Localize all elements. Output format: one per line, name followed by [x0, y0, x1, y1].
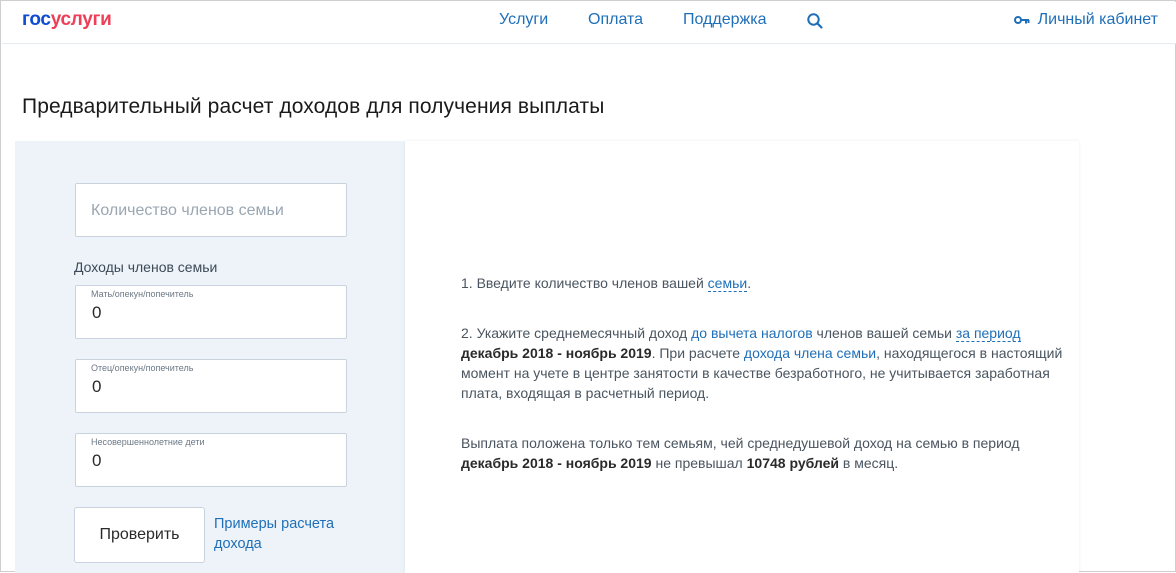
calculator-form-panel: Количество членов семьи Доходы членов се… [15, 141, 405, 573]
instruction-step-2: 2. Укажите среднемесячный доход до вычет… [461, 323, 1071, 403]
top-header: госуслуги Услуги Оплата Поддержка Личный… [2, 2, 1176, 44]
nav-support[interactable]: Поддержка [683, 11, 766, 29]
step2-text-b: членов вашей семьи [812, 325, 956, 341]
eligibility-note: Выплата положена только тем семьям, чей … [461, 433, 1071, 473]
mother-income-label: Мать/опекун/попечитель [91, 289, 194, 299]
father-income-field[interactable]: Отец/опекун/попечитель 0 [75, 359, 347, 413]
member-income-link[interactable]: дохода члена семьи [744, 345, 876, 361]
children-income-label: Несовершеннолетние дети [91, 437, 205, 447]
step2-text-a: 2. Укажите среднемесячный доход [461, 325, 692, 341]
check-button[interactable]: Проверить [74, 507, 205, 563]
family-link[interactable]: семьи [707, 275, 748, 292]
instructions-panel: 1. Введите количество членов вашей семьи… [405, 141, 1079, 573]
step2-period: декабрь 2018 - ноябрь 2019 [461, 345, 652, 361]
mother-income-value: 0 [92, 303, 102, 322]
family-incomes-label: Доходы членов семьи [74, 259, 218, 275]
children-income-value: 0 [92, 451, 102, 470]
note-text-c: в месяц. [839, 455, 899, 471]
instruction-step-1: 1. Введите количество членов вашей семьи… [461, 273, 1071, 293]
key-icon [1013, 16, 1030, 24]
page-frame: госуслуги Услуги Оплата Поддержка Личный… [0, 0, 1176, 573]
period-link[interactable]: за период [955, 325, 1021, 342]
cabinet-label: Личный кабинет [1037, 11, 1158, 28]
step2-text-c: . При расчете [651, 345, 744, 361]
logo-part-uslugi: услуги [50, 9, 112, 30]
family-count-placeholder: Количество членов семьи [91, 202, 284, 219]
note-period: декабрь 2018 - ноябрь 2019 [461, 455, 652, 471]
step1-text: 1. Введите количество членов вашей [461, 275, 708, 291]
logo-part-gos: гос [22, 9, 51, 30]
children-income-field[interactable]: Несовершеннолетние дети 0 [75, 433, 347, 487]
note-amount: 10748 рублей [746, 455, 839, 471]
note-text-b: не превышал [651, 455, 747, 471]
nav-services[interactable]: Услуги [499, 11, 548, 29]
family-count-input[interactable]: Количество членов семьи [75, 183, 347, 237]
nav-payment[interactable]: Оплата [588, 11, 643, 29]
search-icon[interactable] [806, 12, 824, 30]
note-text-a: Выплата положена только тем семьям, чей … [461, 435, 1020, 451]
calculation-examples-link[interactable]: Примеры расчета дохода [214, 514, 364, 554]
step1-suffix: . [747, 275, 752, 291]
father-income-value: 0 [92, 377, 102, 396]
mother-income-field[interactable]: Мать/опекун/попечитель 0 [75, 285, 347, 339]
gosuslugi-logo[interactable]: госуслуги [22, 9, 112, 31]
personal-cabinet-link[interactable]: Личный кабинет [1013, 11, 1158, 29]
father-income-label: Отец/опекун/попечитель [91, 363, 194, 373]
before-taxes-link[interactable]: до вычета налогов [691, 325, 813, 341]
page-title: Предварительный расчет доходов для получ… [22, 95, 605, 118]
